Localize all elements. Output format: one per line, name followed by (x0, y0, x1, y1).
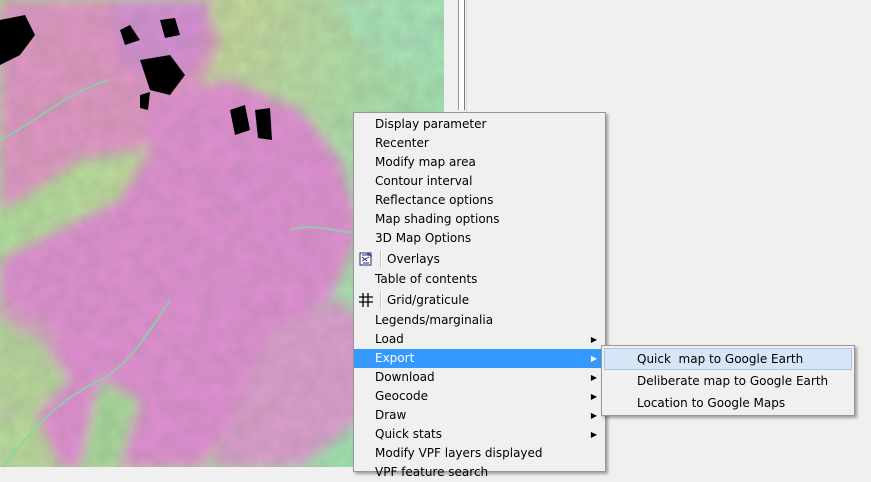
menu-item-label: Export (375, 351, 415, 365)
menu-item-grid-graticule[interactable]: Grid/graticule (354, 289, 605, 311)
vertical-scrollbar[interactable] (458, 0, 465, 110)
menu-item-quick-stats[interactable]: Quick stats ▶ (354, 425, 605, 444)
menu-item-table-of-contents[interactable]: Table of contents (354, 270, 605, 289)
submenu-item-location-google-maps[interactable]: Location to Google Maps (604, 392, 852, 414)
menu-item-label: Contour interval (375, 174, 473, 188)
menu-item-label: 3D Map Options (375, 231, 472, 245)
menu-item-label: Grid/graticule (387, 293, 470, 307)
menu-item-legends-marginalia[interactable]: Legends/marginalia (354, 311, 605, 330)
menu-item-overlays[interactable]: Overlays (354, 248, 605, 270)
menu-item-download[interactable]: Download ▶ (354, 368, 605, 387)
overlays-icon (358, 251, 374, 267)
submenu-item-deliberate-map-google-earth[interactable]: Deliberate map to Google Earth (604, 370, 852, 392)
submenu-arrow-icon: ▶ (590, 335, 597, 344)
menu-item-label: Draw (375, 408, 407, 422)
submenu-item-label: Deliberate map to Google Earth (637, 374, 829, 388)
submenu-arrow-icon: ▶ (590, 392, 597, 401)
menu-item-geocode[interactable]: Geocode ▶ (354, 387, 605, 406)
menu-item-label: Map shading options (375, 212, 500, 226)
export-submenu: Quick map to Google Earth Deliberate map… (601, 345, 855, 416)
menu-item-label: VPF feature search (375, 465, 489, 479)
submenu-arrow-icon: ▶ (590, 354, 597, 363)
menu-item-label: Reflectance options (375, 193, 494, 207)
menu-item-3d-map-options[interactable]: 3D Map Options (354, 229, 605, 248)
grid-icon (358, 292, 374, 308)
icon-separator (380, 250, 382, 268)
menu-item-label: Display parameter (375, 117, 487, 131)
menu-item-modify-vpf-layers[interactable]: Modify VPF layers displayed (354, 444, 605, 463)
menu-item-export[interactable]: Export ▶ (354, 349, 605, 368)
submenu-arrow-icon: ▶ (590, 373, 597, 382)
menu-item-recenter[interactable]: Recenter (354, 134, 605, 153)
menu-item-vpf-feature-search[interactable]: VPF feature search (354, 463, 605, 482)
menu-item-display-parameter[interactable]: Display parameter (354, 115, 605, 134)
menu-item-label: Load (375, 332, 404, 346)
submenu-item-label: Location to Google Maps (637, 396, 786, 410)
menu-item-label: Modify map area (375, 155, 476, 169)
menu-item-label: Modify VPF layers displayed (375, 446, 543, 460)
submenu-item-label: Quick map to Google Earth (637, 352, 804, 366)
menu-item-label: Quick stats (375, 427, 443, 441)
menu-item-draw[interactable]: Draw ▶ (354, 406, 605, 425)
menu-item-label: Download (375, 370, 435, 384)
icon-separator (380, 291, 382, 309)
submenu-item-quick-map-google-earth[interactable]: Quick map to Google Earth (604, 348, 852, 370)
menu-item-map-shading-options[interactable]: Map shading options (354, 210, 605, 229)
submenu-arrow-icon: ▶ (590, 411, 597, 420)
menu-item-label: Legends/marginalia (375, 313, 494, 327)
submenu-arrow-icon: ▶ (590, 430, 597, 439)
menu-item-label: Table of contents (375, 272, 478, 286)
menu-item-modify-map-area[interactable]: Modify map area (354, 153, 605, 172)
menu-item-contour-interval[interactable]: Contour interval (354, 172, 605, 191)
menu-item-label: Recenter (375, 136, 429, 150)
menu-item-load[interactable]: Load ▶ (354, 330, 605, 349)
menu-item-label: Overlays (387, 252, 440, 266)
menu-item-label: Geocode (375, 389, 428, 403)
map-context-menu: Display parameter Recenter Modify map ar… (353, 112, 606, 479)
menu-item-reflectance-options[interactable]: Reflectance options (354, 191, 605, 210)
